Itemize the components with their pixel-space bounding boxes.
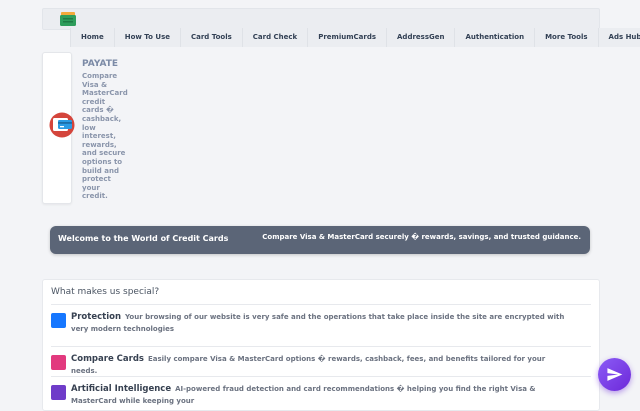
main-nav: Home How To Use Card Tools Card Check Pr… — [70, 28, 640, 47]
welcome-banner: Welcome to the World of Credit Cards Com… — [50, 226, 590, 254]
welcome-title: Welcome to the World of Credit Cards — [58, 234, 229, 243]
nav-premium-cards[interactable]: PremiumCards — [308, 28, 388, 47]
feature-name: Compare Cards — [71, 354, 144, 364]
brand-title: PAYATE — [82, 59, 119, 69]
chat-fab-button[interactable] — [598, 358, 631, 391]
divider — [51, 346, 591, 347]
nav-address-gen[interactable]: AddressGen — [387, 28, 456, 47]
special-section: What makes us special? Protection Your br… — [42, 279, 600, 411]
ai-icon — [51, 385, 66, 400]
section-title: What makes us special? — [51, 287, 160, 297]
compare-icon — [51, 355, 66, 370]
nav-card-check[interactable]: Card Check — [243, 28, 309, 47]
paper-plane-icon — [607, 368, 623, 381]
divider — [51, 376, 591, 377]
divider — [51, 304, 591, 305]
brand-description: Compare Visa & MasterCard credit cards �… — [82, 72, 128, 201]
credit-card-icon — [49, 112, 75, 138]
feature-name: Artificial Intelligence — [71, 384, 172, 394]
nav-home[interactable]: Home — [70, 28, 115, 47]
protection-icon — [51, 313, 66, 328]
nav-card-tools[interactable]: Card Tools — [181, 28, 243, 47]
feature-name: Protection — [71, 312, 121, 322]
welcome-subtitle: Compare Visa & MasterCard securely � rew… — [262, 233, 581, 241]
nav-ads-hub[interactable]: Ads Hub — [599, 28, 640, 47]
top-bar — [42, 8, 600, 30]
feature-text: Your browsing of our website is very saf… — [71, 313, 565, 333]
wallet-icon[interactable] — [60, 12, 76, 26]
nav-how-to-use[interactable]: How To Use — [115, 28, 181, 47]
nav-authentication[interactable]: Authentication — [455, 28, 536, 47]
nav-more-tools[interactable]: More Tools — [535, 28, 599, 47]
